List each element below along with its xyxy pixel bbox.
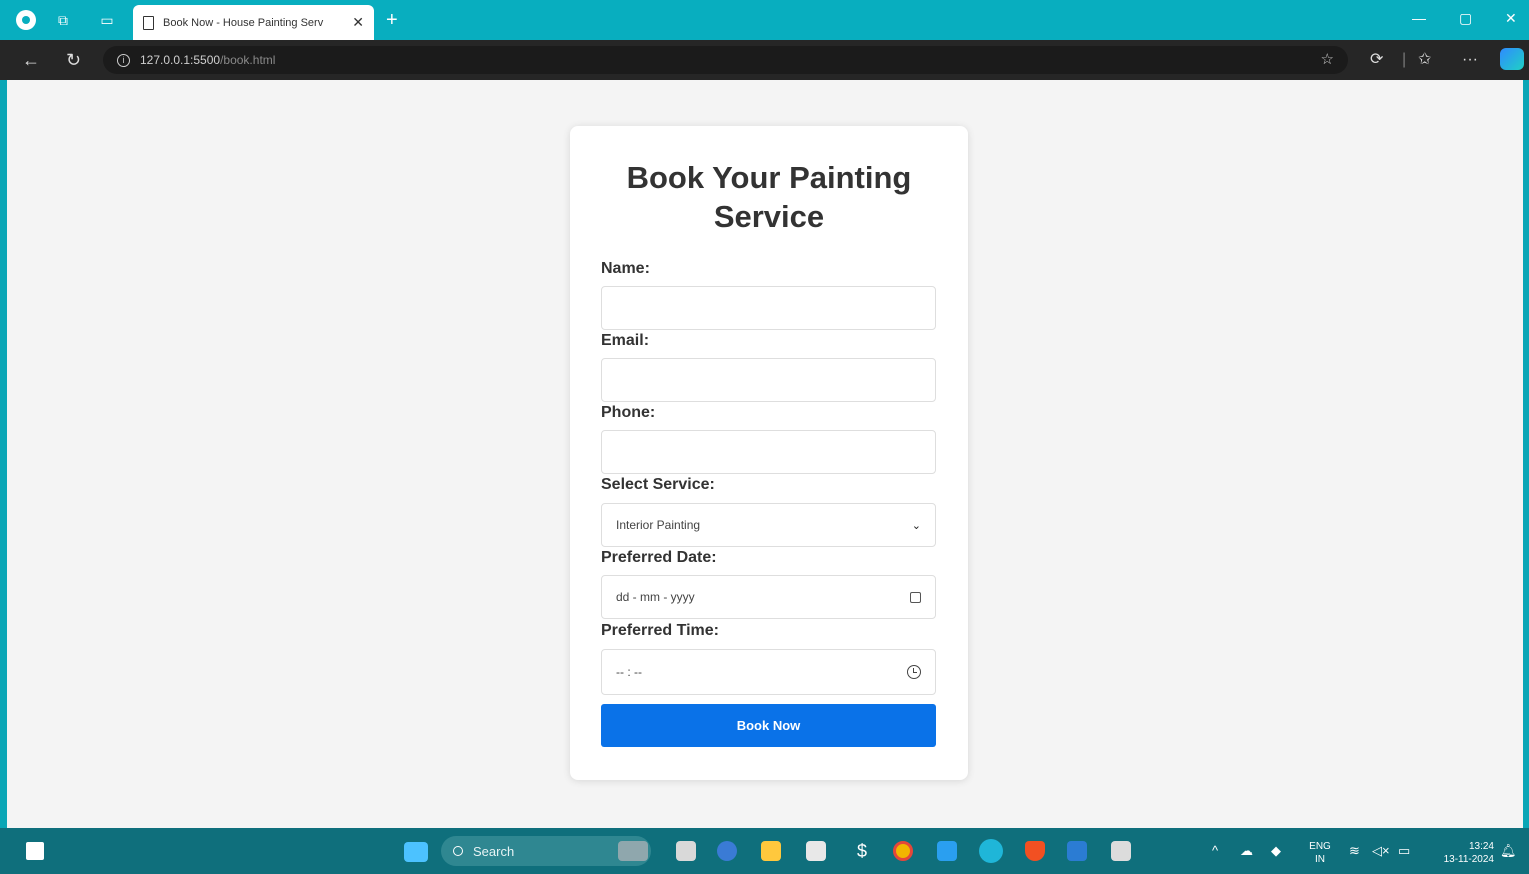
book-now-button[interactable]: Book Now: [601, 704, 936, 747]
url-host: 127.0.0.1:5500: [140, 53, 221, 67]
task-view-icon[interactable]: [676, 841, 696, 861]
back-arrow-icon[interactable]: ←: [22, 48, 40, 72]
chevron-up-icon[interactable]: ^: [1212, 843, 1218, 858]
email-label: Email:: [601, 332, 650, 349]
date-placeholder: dd - mm - yyyy: [616, 590, 695, 604]
calendar-icon[interactable]: [910, 591, 921, 603]
favorites-icon[interactable]: ✩: [1418, 49, 1431, 71]
clock[interactable]: 13:24 13-11-2024: [1426, 840, 1494, 866]
booking-form-card: Book Your Painting Service Name: Email: …: [570, 126, 968, 780]
brave-icon[interactable]: [1025, 841, 1045, 861]
store-icon[interactable]: [806, 841, 826, 861]
minimize-button[interactable]: —: [1412, 10, 1426, 26]
restore-button[interactable]: ▢: [1459, 10, 1472, 27]
profile-icon[interactable]: [14, 8, 38, 32]
service-label: Select Service:: [601, 476, 715, 493]
clock-icon[interactable]: [907, 665, 921, 679]
time-input[interactable]: -- : --: [601, 649, 936, 695]
cloud-icon[interactable]: ☁: [1240, 843, 1253, 859]
refresh-icon[interactable]: ↻: [66, 48, 81, 72]
name-input[interactable]: [601, 286, 936, 330]
favorite-star-icon[interactable]: ☆: [1321, 50, 1334, 68]
close-window-button[interactable]: ✕: [1505, 10, 1517, 27]
page-icon: [143, 15, 154, 30]
chevron-down-icon: ⌄: [911, 519, 921, 532]
tab-actions-icon[interactable]: ▭: [95, 8, 119, 32]
language-top: ENG: [1309, 841, 1331, 852]
url-path: /book.html: [220, 53, 276, 67]
widgets-icon[interactable]: [26, 842, 44, 860]
page-title: Book Your Painting Service: [626, 160, 912, 234]
phone-label: Phone:: [601, 404, 656, 421]
name-label: Name:: [601, 260, 650, 277]
volume-icon[interactable]: ◁×: [1372, 843, 1390, 859]
tab-title: Book Now - House Painting Serv: [163, 16, 324, 29]
start-icon[interactable]: [404, 842, 428, 862]
workspaces-icon[interactable]: ⧉: [51, 8, 75, 32]
time-placeholder: -- : --: [616, 665, 642, 679]
email-input[interactable]: [601, 358, 936, 402]
clock-time: 13:24: [1468, 841, 1494, 852]
service-selected-value: Interior Painting: [616, 518, 701, 532]
file-explorer-icon[interactable]: [761, 841, 781, 861]
browser-toolbar: ← ↻ i 127.0.0.1:5500/book.html ☆ ⟳ | ✩ ·…: [0, 40, 1529, 80]
browser-titlebar: ⧉ ▭ Book Now - House Painting Serv ✕ + —…: [0, 0, 1529, 40]
word-icon[interactable]: [1067, 841, 1087, 861]
chrome-icon[interactable]: [893, 841, 913, 861]
date-input[interactable]: dd - mm - yyyy: [601, 575, 936, 619]
site-info-icon[interactable]: i: [117, 53, 130, 67]
address-bar[interactable]: i 127.0.0.1:5500/book.html ☆: [103, 46, 1348, 74]
language-bottom: IN: [1315, 854, 1325, 865]
extensions-icon[interactable]: ⟳: [1370, 49, 1383, 71]
page-viewport: Book Your Painting Service Name: Email: …: [7, 80, 1523, 828]
vscode-icon[interactable]: [937, 841, 957, 861]
wifi-icon[interactable]: ≋: [1349, 843, 1360, 859]
language-indicator[interactable]: ENG IN: [1305, 840, 1335, 866]
taskbar: Search $ ^ ☁ ◆ ENG IN ≋ ◁× ▭ 13:24 13-11…: [0, 828, 1529, 874]
service-select[interactable]: Interior Painting ⌄: [601, 503, 936, 547]
search-label: Search: [473, 843, 515, 859]
clock-date: 13-11-2024: [1443, 854, 1494, 865]
edge-icon[interactable]: [979, 839, 1003, 863]
battery-icon[interactable]: ▭: [1398, 843, 1410, 859]
notification-bell-icon[interactable]: 🔔︎: [1500, 843, 1517, 859]
close-tab-icon[interactable]: ✕: [352, 14, 364, 31]
tray-app-icon[interactable]: ◆: [1271, 843, 1281, 859]
notepad-icon[interactable]: [1111, 841, 1131, 861]
more-menu-icon[interactable]: ···: [1462, 49, 1478, 71]
terminal-icon[interactable]: $: [852, 841, 872, 861]
copilot-taskbar-icon[interactable]: [717, 841, 737, 861]
toolbar-divider: |: [1402, 51, 1407, 68]
new-tab-button[interactable]: +: [386, 8, 398, 32]
search-highlight-icon[interactable]: [618, 841, 648, 861]
time-label: Preferred Time:: [601, 622, 719, 639]
search-icon: [453, 846, 463, 856]
date-label: Preferred Date:: [601, 549, 717, 566]
copilot-icon[interactable]: [1500, 48, 1524, 70]
phone-input[interactable]: [601, 430, 936, 474]
tab-book-now[interactable]: Book Now - House Painting Serv ✕: [133, 5, 374, 40]
